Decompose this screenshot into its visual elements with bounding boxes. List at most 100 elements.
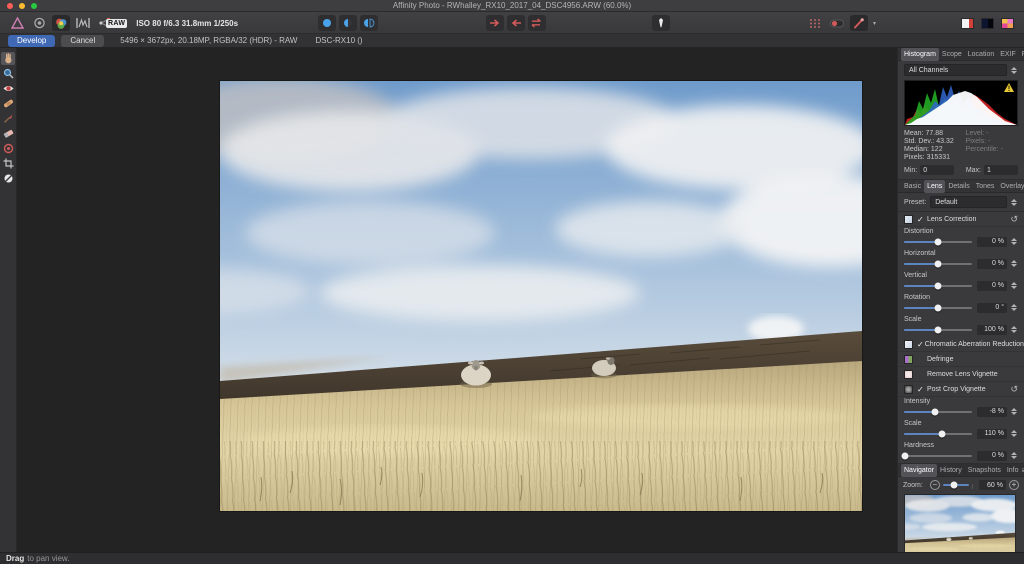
tab-snapshots[interactable]: Snapshots	[965, 464, 1004, 477]
histogram-display[interactable]	[904, 80, 1018, 126]
min-input[interactable]: 0	[920, 165, 954, 175]
view-tool-icon[interactable]	[1, 52, 15, 65]
clipping-warning-icon[interactable]	[1004, 83, 1014, 92]
stepper-icon[interactable]	[1010, 406, 1018, 418]
tab-lens[interactable]: Lens	[924, 180, 945, 193]
overlay-toggle-icon[interactable]	[828, 15, 846, 31]
slider-thumb[interactable]	[939, 430, 946, 437]
tab-histogram[interactable]: Histogram	[901, 48, 939, 61]
proof-swatch-icon[interactable]	[961, 18, 974, 29]
split-view-icon[interactable]	[339, 15, 357, 31]
photo-persona-icon[interactable]	[8, 15, 26, 31]
liquify-persona-icon[interactable]	[30, 15, 48, 31]
tab-info[interactable]: Info	[1004, 464, 1022, 477]
tab-details[interactable]: Details	[945, 180, 972, 193]
tab-history[interactable]: History	[937, 464, 965, 477]
slider-track[interactable]	[904, 285, 972, 287]
reset-icon[interactable]: ↺	[1010, 214, 1018, 225]
slider-thumb[interactable]	[935, 326, 942, 333]
stepper-icon[interactable]	[1010, 280, 1018, 292]
preset-select[interactable]: Default	[930, 196, 1007, 208]
slider-value[interactable]: 0 %	[977, 259, 1007, 269]
channel-stepper-icon[interactable]	[1010, 64, 1018, 76]
navigator-thumbnail[interactable]	[904, 494, 1016, 561]
zoom-value[interactable]: 60 %	[979, 480, 1006, 490]
channel-select[interactable]: All Channels	[904, 64, 1007, 76]
stepper-icon[interactable]	[1010, 236, 1018, 248]
cancel-button[interactable]: Cancel	[61, 35, 104, 47]
single-view-icon[interactable]	[318, 15, 336, 31]
slider-value[interactable]: 100 %	[977, 325, 1007, 335]
blemish-removal-tool-icon[interactable]	[1, 97, 15, 110]
red-eye-removal-tool-icon[interactable]	[1, 82, 15, 95]
maximize-button[interactable]	[31, 3, 37, 9]
overlay-erase-tool-icon[interactable]	[1, 127, 15, 140]
zoom-in-button[interactable]: +	[1009, 480, 1019, 490]
slider-value[interactable]: 0 %	[977, 237, 1007, 247]
overlay-gradient-tool-icon[interactable]	[1, 142, 15, 155]
tab-focus[interactable]: Focus	[1019, 48, 1024, 61]
slider-thumb[interactable]	[935, 238, 942, 245]
overlay-brush-icon[interactable]	[850, 15, 868, 31]
mirror-view-icon[interactable]	[360, 15, 378, 31]
slider-track[interactable]	[904, 307, 972, 309]
minimize-button[interactable]	[19, 3, 25, 9]
revert-arrow-icon[interactable]	[507, 15, 525, 31]
adjustment-lens-correction[interactable]: ✓ Lens Correction ↺	[898, 212, 1024, 227]
stepper-icon[interactable]	[1010, 324, 1018, 336]
brush-dropdown-chevron-icon[interactable]: ▾	[873, 20, 876, 27]
apply-arrow-icon[interactable]	[486, 15, 504, 31]
reset-icon[interactable]: ↺	[1010, 384, 1018, 395]
zoom-tool-icon[interactable]	[1, 67, 15, 80]
stepper-icon[interactable]	[1010, 258, 1018, 270]
slider-value[interactable]: 110 %	[977, 429, 1007, 439]
tab-overlays[interactable]: Overlays	[997, 180, 1024, 193]
overlay-paint-brush-tool-icon[interactable]	[1, 112, 15, 125]
slider-thumb[interactable]	[935, 282, 942, 289]
develop-button[interactable]: Develop	[8, 35, 55, 47]
tone-mapping-persona-icon[interactable]	[74, 15, 92, 31]
crop-tool-icon[interactable]	[1, 157, 15, 170]
assistant-icon[interactable]	[652, 15, 670, 31]
checkbox-icon[interactable]: ✓	[917, 340, 924, 349]
tab-location[interactable]: Location	[965, 48, 997, 61]
slider-track[interactable]	[904, 263, 972, 265]
max-input[interactable]: 1	[984, 165, 1018, 175]
tab-tones[interactable]: Tones	[973, 180, 998, 193]
checkbox-icon[interactable]: ✓	[917, 385, 926, 394]
slider-track[interactable]	[904, 329, 972, 331]
adjustment-chromatic-aberration-reduction[interactable]: ✓ Chromatic Aberration Reduction	[898, 337, 1024, 352]
slider-track[interactable]	[904, 241, 972, 243]
tab-scope[interactable]: Scope	[939, 48, 965, 61]
slider-track[interactable]	[904, 455, 972, 457]
zoom-slider[interactable]	[943, 484, 969, 486]
slider-track[interactable]	[904, 411, 972, 413]
stepper-icon[interactable]	[1010, 428, 1018, 440]
close-button[interactable]	[7, 3, 13, 9]
zoom-out-button[interactable]: −	[930, 480, 940, 490]
slider-value[interactable]: -8 %	[977, 407, 1007, 417]
slider-track[interactable]	[904, 433, 972, 435]
photo-image[interactable]	[220, 81, 862, 511]
grid-overlay-icon[interactable]	[806, 15, 824, 31]
adjustment-defringe[interactable]: ✓ Defringe	[898, 352, 1024, 367]
zoom-slider-thumb[interactable]	[950, 482, 957, 489]
sync-arrows-icon[interactable]	[528, 15, 546, 31]
slider-value[interactable]: 0 °	[977, 303, 1007, 313]
tab-basic[interactable]: Basic	[901, 180, 924, 193]
slider-value[interactable]: 0 %	[977, 281, 1007, 291]
dark-swatch-icon[interactable]	[981, 18, 994, 29]
white-balance-tool-icon[interactable]	[1, 172, 15, 185]
slider-thumb[interactable]	[932, 408, 939, 415]
stepper-icon[interactable]	[1010, 450, 1018, 462]
adjustment-post-crop-vignette[interactable]: ✓ Post Crop Vignette ↺	[898, 382, 1024, 397]
slider-thumb[interactable]	[935, 304, 942, 311]
document-canvas[interactable]	[17, 48, 897, 552]
preset-stepper-icon[interactable]	[1010, 196, 1018, 208]
stepper-icon[interactable]	[1010, 302, 1018, 314]
tab-exif[interactable]: EXIF	[997, 48, 1019, 61]
slider-thumb[interactable]	[935, 260, 942, 267]
tab-navigator[interactable]: Navigator	[901, 464, 937, 477]
checkbox-icon[interactable]: ✓	[917, 215, 926, 224]
slider-value[interactable]: 0 %	[977, 451, 1007, 461]
